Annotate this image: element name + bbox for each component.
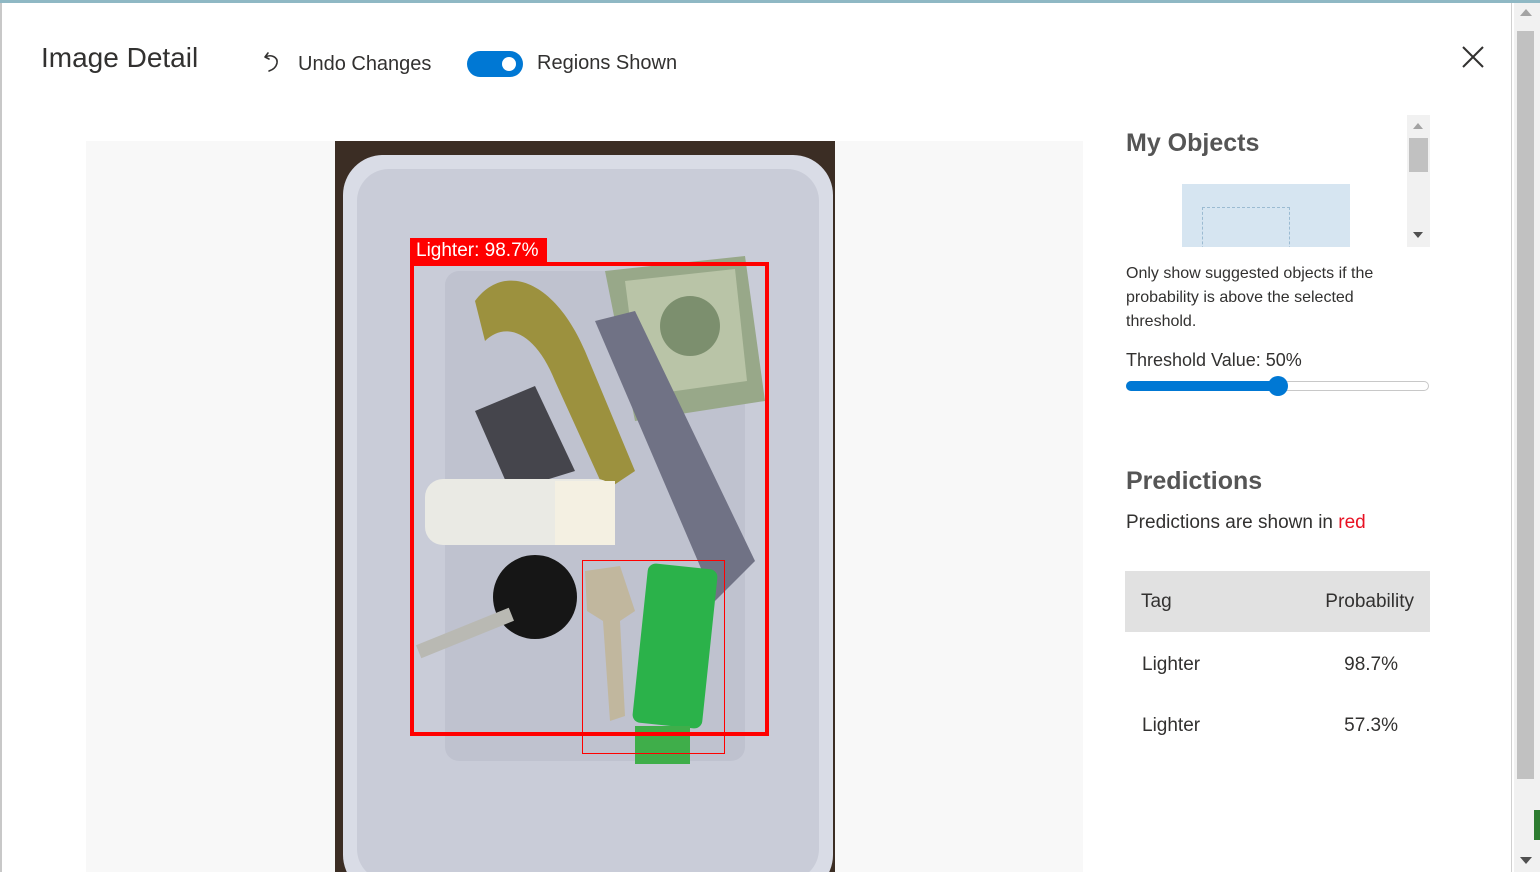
predictions-color-word: red [1338, 512, 1366, 533]
regions-shown-toggle[interactable] [467, 51, 523, 77]
slider-handle[interactable] [1268, 376, 1288, 396]
regions-shown-label: Regions Shown [537, 52, 678, 74]
scroll-down-arrow-icon[interactable] [1520, 857, 1532, 864]
row-probability: 57.3% [1344, 715, 1398, 736]
close-button[interactable] [1456, 40, 1490, 74]
predictions-title: Predictions [1126, 467, 1263, 495]
object-thumbnail[interactable] [1182, 184, 1350, 247]
row-tag: Lighter [1142, 715, 1201, 736]
region-label-tag: Lighter: 98.7% [410, 238, 547, 264]
object-region-outline [1202, 207, 1290, 247]
objects-scroll-down-icon[interactable] [1413, 232, 1423, 238]
my-objects-title: My Objects [1126, 129, 1260, 157]
column-header-probability[interactable]: Probability [1325, 591, 1414, 613]
dialog-title: Image Detail [41, 42, 199, 73]
threshold-slider[interactable] [1126, 376, 1429, 396]
scrollbar-thumb[interactable] [1517, 31, 1534, 779]
toggle-knob [502, 57, 516, 71]
objects-scroll-thumb[interactable] [1409, 138, 1428, 172]
row-probability: 98.7% [1344, 654, 1398, 675]
table-header: Tag Probability [1125, 571, 1430, 632]
column-header-tag[interactable]: Tag [1141, 591, 1172, 613]
objects-scrollbar[interactable] [1407, 115, 1430, 247]
scroll-up-arrow-icon[interactable] [1520, 9, 1532, 16]
close-icon [1456, 46, 1490, 78]
objects-scroll-up-icon[interactable] [1413, 123, 1423, 129]
predictions-subtitle-text: Predictions are shown in [1126, 512, 1339, 533]
undo-changes-button[interactable]: Undo Changes [262, 50, 431, 79]
prediction-region-secondary[interactable] [582, 560, 725, 754]
threshold-value-label: Threshold Value: 50% [1126, 350, 1302, 370]
page-scrollbar[interactable] [1514, 3, 1540, 872]
slider-fill [1126, 381, 1278, 391]
undo-changes-label: Undo Changes [298, 53, 432, 75]
table-row[interactable]: Lighter 57.3% [1125, 693, 1430, 754]
row-tag: Lighter [1142, 654, 1201, 675]
undo-icon [262, 50, 284, 79]
threshold-hint: Only show suggested objects if the proba… [1126, 265, 1374, 330]
background-window-edge [1534, 810, 1540, 840]
predictions-subtitle: Predictions are shown in red [1126, 512, 1366, 534]
predictions-table: Tag Probability Lighter 98.7% Lighter 57… [1125, 571, 1430, 754]
table-row[interactable]: Lighter 98.7% [1125, 632, 1430, 693]
my-objects-section: My Objects [1126, 115, 1430, 247]
